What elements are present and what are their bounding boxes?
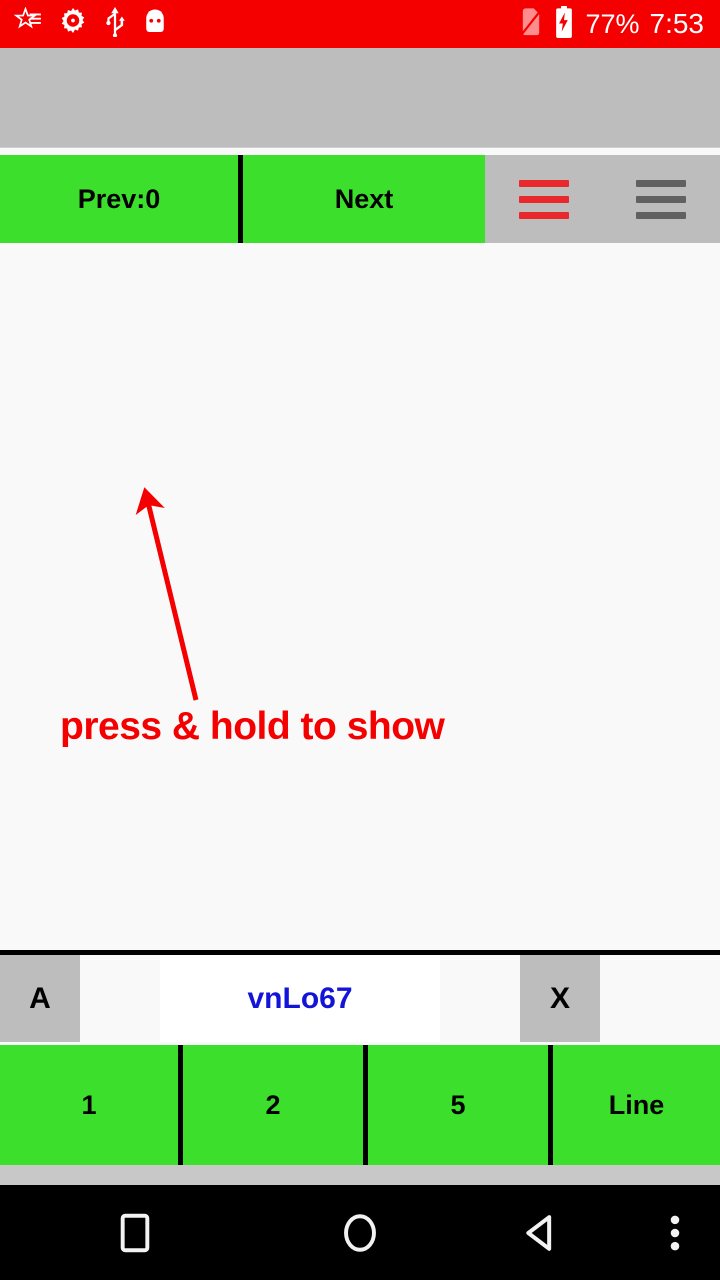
sheriff-star-icon <box>13 5 44 42</box>
gear-icon <box>58 7 88 42</box>
status-bar: 77% 7:53 <box>0 0 720 48</box>
recents-square-icon[interactable] <box>0 1185 270 1280</box>
app-screen: 77% 7:53 Prev:0 Next press & hold to sho… <box>0 0 720 1280</box>
overflow-menu-icon[interactable] <box>630 1185 720 1280</box>
status-bar-left-icons <box>13 5 168 42</box>
android-navigation-bar <box>0 1185 720 1280</box>
prev-button[interactable]: Prev:0 <box>0 155 238 243</box>
status-bar-right: 77% 7:53 <box>519 5 705 43</box>
hamburger-menu-grey-icon[interactable] <box>636 179 687 219</box>
key-button-2[interactable]: 2 <box>183 1045 363 1165</box>
battery-percent-label: 77% <box>585 8 640 39</box>
annotation-arrow-icon <box>135 487 199 701</box>
main-content-area: press & hold to show <box>0 243 720 950</box>
hamburger-menu-red-icon[interactable] <box>518 179 569 219</box>
usb-icon <box>102 6 128 42</box>
home-circle-icon[interactable] <box>270 1185 450 1280</box>
no-sim-icon <box>519 7 543 42</box>
battery-charging-icon <box>553 5 575 43</box>
text-input-field[interactable]: vnLo67 <box>160 955 440 1042</box>
top-grey-panel <box>0 48 720 148</box>
key-button-line[interactable]: Line <box>553 1045 720 1165</box>
back-triangle-icon[interactable] <box>450 1185 630 1280</box>
menu-button-group <box>485 155 720 243</box>
input-row: A vnLo67 X <box>0 950 720 1042</box>
clock-label: 7:53 <box>649 8 705 39</box>
android-head-icon <box>142 7 168 42</box>
navigation-button-row: Prev:0 Next <box>0 155 720 243</box>
key-button-row: 1 2 5 Line <box>0 1045 720 1165</box>
annotation-label: press & hold to show <box>60 705 445 748</box>
x-button[interactable]: X <box>520 955 600 1042</box>
a-button[interactable]: A <box>0 955 80 1042</box>
key-button-1[interactable]: 1 <box>0 1045 178 1165</box>
key-button-5[interactable]: 5 <box>368 1045 548 1165</box>
next-button[interactable]: Next <box>243 155 485 243</box>
